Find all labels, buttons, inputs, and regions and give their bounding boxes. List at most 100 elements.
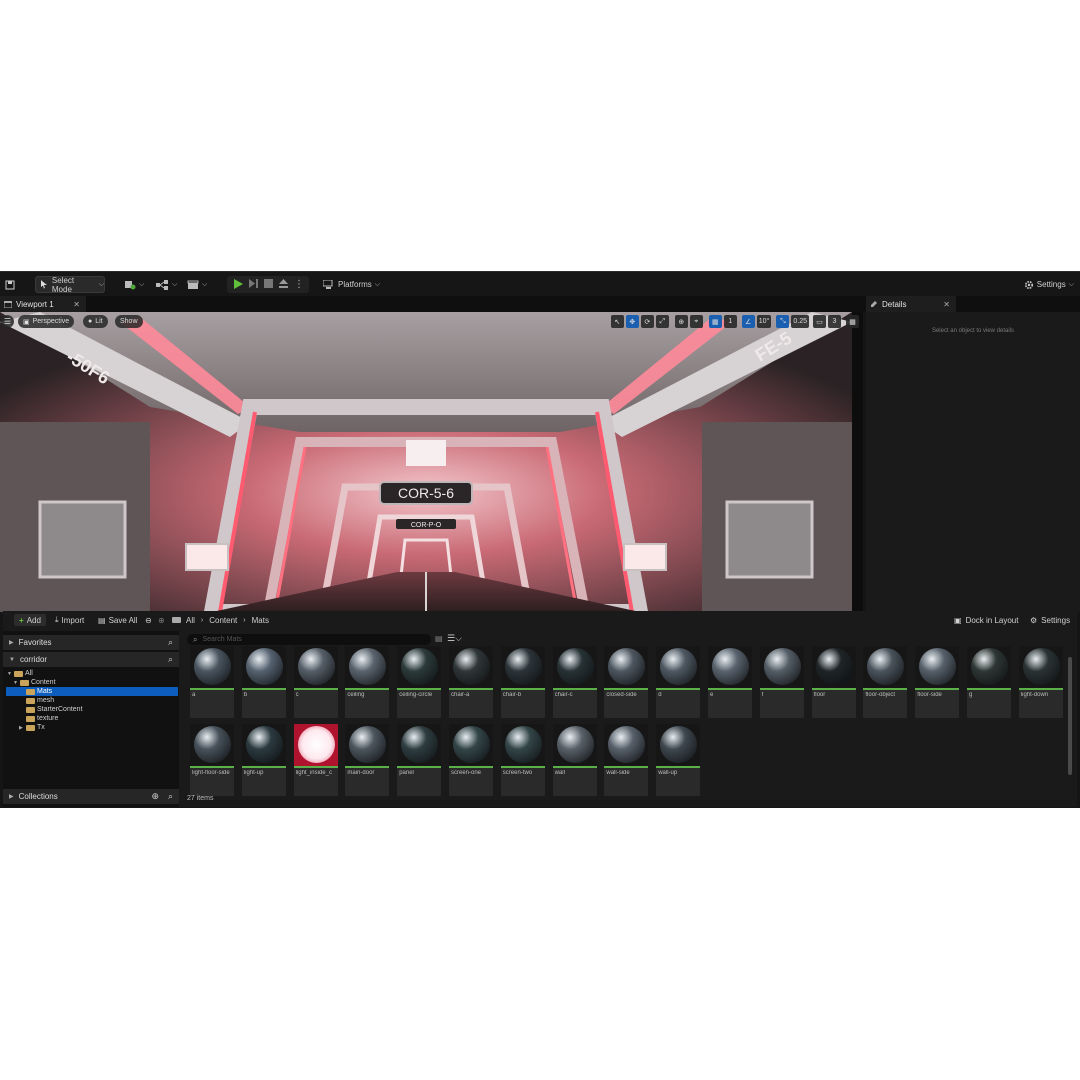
import-button[interactable]: ⤓ Import bbox=[55, 614, 84, 626]
scale-snap-icon[interactable]: ⤡ bbox=[776, 315, 790, 328]
history-back-icon[interactable]: ⊖ bbox=[145, 614, 152, 626]
asset-tile[interactable]: b bbox=[241, 646, 286, 718]
scale-snap-value[interactable]: 0.25 bbox=[791, 315, 809, 328]
asset-tile[interactable]: main-door bbox=[345, 724, 390, 796]
asset-tile[interactable]: floor bbox=[811, 646, 856, 718]
skip-frame-icon[interactable] bbox=[249, 279, 258, 290]
sign-far-text: COR-P-O bbox=[411, 522, 442, 529]
tab-details[interactable]: Details ✕ bbox=[866, 296, 956, 312]
eject-icon[interactable] bbox=[279, 279, 288, 290]
asset-tile[interactable]: light-up bbox=[241, 724, 286, 796]
asset-tile[interactable]: panel bbox=[397, 724, 442, 796]
folder-icon[interactable] bbox=[172, 614, 183, 626]
platforms-dropdown[interactable]: Platforms ⌵ bbox=[323, 276, 380, 293]
translate-tool-icon[interactable]: ✥ bbox=[625, 315, 639, 328]
cinematics-button[interactable]: ⌵ bbox=[187, 276, 207, 293]
save-icon[interactable] bbox=[5, 276, 15, 293]
dock-in-layout-button[interactable]: ▣ Dock in Layout bbox=[954, 614, 1018, 626]
tree-item-mats[interactable]: Mats bbox=[6, 687, 178, 696]
asset-tile[interactable]: chair-b bbox=[500, 646, 545, 718]
project-section[interactable]: ▼ corridor ⌕ bbox=[3, 652, 179, 667]
search-icon[interactable]: ⌕ bbox=[168, 637, 173, 648]
search-icon[interactable]: ⌕ bbox=[168, 791, 173, 802]
camera-speed-value[interactable]: 3 bbox=[828, 315, 841, 328]
asset-tile[interactable]: e bbox=[708, 646, 752, 718]
asset-tile[interactable]: a bbox=[190, 646, 234, 718]
asset-tile[interactable]: light-floor-side bbox=[190, 724, 234, 796]
tree-item-all[interactable]: ▼ All bbox=[7, 669, 33, 678]
search-icon[interactable]: ⌕ bbox=[168, 654, 173, 665]
close-icon[interactable]: ✕ bbox=[73, 300, 80, 309]
tree-item-startercontent[interactable]: StarterContent bbox=[26, 705, 83, 714]
layout-icon[interactable]: ▦ bbox=[846, 315, 859, 328]
asset-tile[interactable]: g bbox=[967, 646, 1011, 718]
rotation-snap-icon[interactable]: ∠ bbox=[741, 315, 755, 328]
history-forward-icon[interactable]: ⊕ bbox=[158, 614, 165, 626]
asset-name: light-down bbox=[1020, 692, 1049, 698]
select-mode-dropdown[interactable]: Select Mode ⌵ bbox=[35, 276, 105, 294]
asset-tile[interactable]: light-down bbox=[1018, 646, 1063, 718]
breadcrumb-content[interactable]: Content bbox=[209, 616, 237, 625]
stop-icon[interactable] bbox=[264, 279, 273, 290]
scrollbar[interactable] bbox=[1068, 657, 1072, 775]
select-tool-icon[interactable]: ↖ bbox=[610, 315, 624, 328]
save-search-icon[interactable]: ▤ bbox=[435, 634, 443, 643]
grid-snap-icon[interactable]: ▦ bbox=[708, 315, 722, 328]
breadcrumb-all[interactable]: All bbox=[186, 616, 195, 625]
favorites-section[interactable]: ▶ Favorites ⌕ bbox=[3, 635, 179, 650]
tab-viewport[interactable]: Viewport 1 ✕ bbox=[0, 296, 86, 312]
asset-tile[interactable]: closed-side bbox=[604, 646, 649, 718]
collections-section[interactable]: ▶ Collections ⊕ ⌕ bbox=[3, 789, 179, 804]
tree-item-tx[interactable]: ▶ Tx bbox=[19, 723, 45, 732]
close-icon[interactable]: ✕ bbox=[943, 300, 950, 309]
add-actor-button[interactable]: ⌵ bbox=[124, 276, 144, 293]
breadcrumb-mats[interactable]: Mats bbox=[252, 616, 269, 625]
asset-tile[interactable]: chair-a bbox=[449, 646, 493, 718]
asset-tile[interactable]: floor-side bbox=[915, 646, 960, 718]
add-button[interactable]: + Add bbox=[14, 614, 46, 626]
asset-tile[interactable]: ceiling-circle bbox=[397, 646, 442, 718]
asset-tile[interactable]: ceiling bbox=[345, 646, 390, 718]
perspective-label: Perspective bbox=[32, 318, 70, 325]
more-options-icon[interactable]: ⋮ bbox=[294, 279, 304, 290]
asset-tile[interactable]: screen-two bbox=[500, 724, 545, 796]
perspective-button[interactable]: ▣ Perspective bbox=[18, 315, 75, 328]
asset-tile[interactable]: wall-up bbox=[656, 724, 701, 796]
asset-tile[interactable]: f bbox=[759, 646, 804, 718]
grid-snap-value[interactable]: 1 bbox=[723, 315, 737, 328]
asset-tile[interactable]: light_inside_c bbox=[293, 724, 338, 796]
asset-tile[interactable]: chair-c bbox=[552, 646, 597, 718]
level-viewport[interactable]: COR-5-6 COR-P-O -50F6 FE-5 ☰ ▣ Perspecti… bbox=[0, 312, 863, 612]
asset-tile[interactable]: d bbox=[656, 646, 701, 718]
asset-tile[interactable]: wall bbox=[552, 724, 597, 796]
search-input[interactable]: ⌕ Search Mats bbox=[187, 634, 431, 645]
rotation-snap-value[interactable]: 10° bbox=[756, 315, 772, 328]
tree-item-texture[interactable]: texture bbox=[26, 714, 58, 723]
asset-tile[interactable]: c bbox=[293, 646, 338, 718]
asset-type-bar bbox=[915, 688, 960, 690]
tree-item-label: Mats bbox=[37, 688, 53, 695]
world-space-icon[interactable]: ⊕ bbox=[674, 315, 688, 328]
tree-item-content[interactable]: ▼ Content bbox=[13, 678, 56, 687]
asset-tile[interactable]: screen-one bbox=[449, 724, 493, 796]
camera-speed-icon[interactable]: ▭ bbox=[813, 315, 826, 328]
surface-snap-icon[interactable]: ⌖ bbox=[689, 315, 703, 328]
filter-icon[interactable]: ☰⌵ bbox=[447, 633, 462, 644]
play-icon[interactable] bbox=[233, 278, 243, 291]
viewport-menu-button[interactable]: ☰ bbox=[1, 315, 14, 328]
rotate-tool-icon[interactable]: ⟳ bbox=[640, 315, 654, 328]
material-sphere-icon bbox=[297, 726, 335, 763]
material-sphere-icon bbox=[245, 726, 283, 763]
content-browser-settings-button[interactable]: ⚙ Settings bbox=[1030, 614, 1070, 626]
scale-tool-icon[interactable]: ⤢ bbox=[655, 315, 669, 328]
tree-item-mesh[interactable]: mesh bbox=[26, 696, 54, 705]
lit-button[interactable]: ● Lit bbox=[83, 315, 108, 328]
save-all-button[interactable]: ▤ Save All bbox=[98, 614, 137, 626]
asset-tile[interactable]: floor-object bbox=[863, 646, 908, 718]
blueprint-button[interactable]: ⌵ bbox=[156, 276, 177, 293]
asset-thumbnail bbox=[604, 724, 649, 766]
show-button[interactable]: Show bbox=[115, 315, 143, 328]
add-collection-icon[interactable]: ⊕ bbox=[151, 791, 159, 802]
asset-tile[interactable]: wall-side bbox=[604, 724, 649, 796]
settings-dropdown[interactable]: Settings ⌵ bbox=[1024, 276, 1074, 293]
